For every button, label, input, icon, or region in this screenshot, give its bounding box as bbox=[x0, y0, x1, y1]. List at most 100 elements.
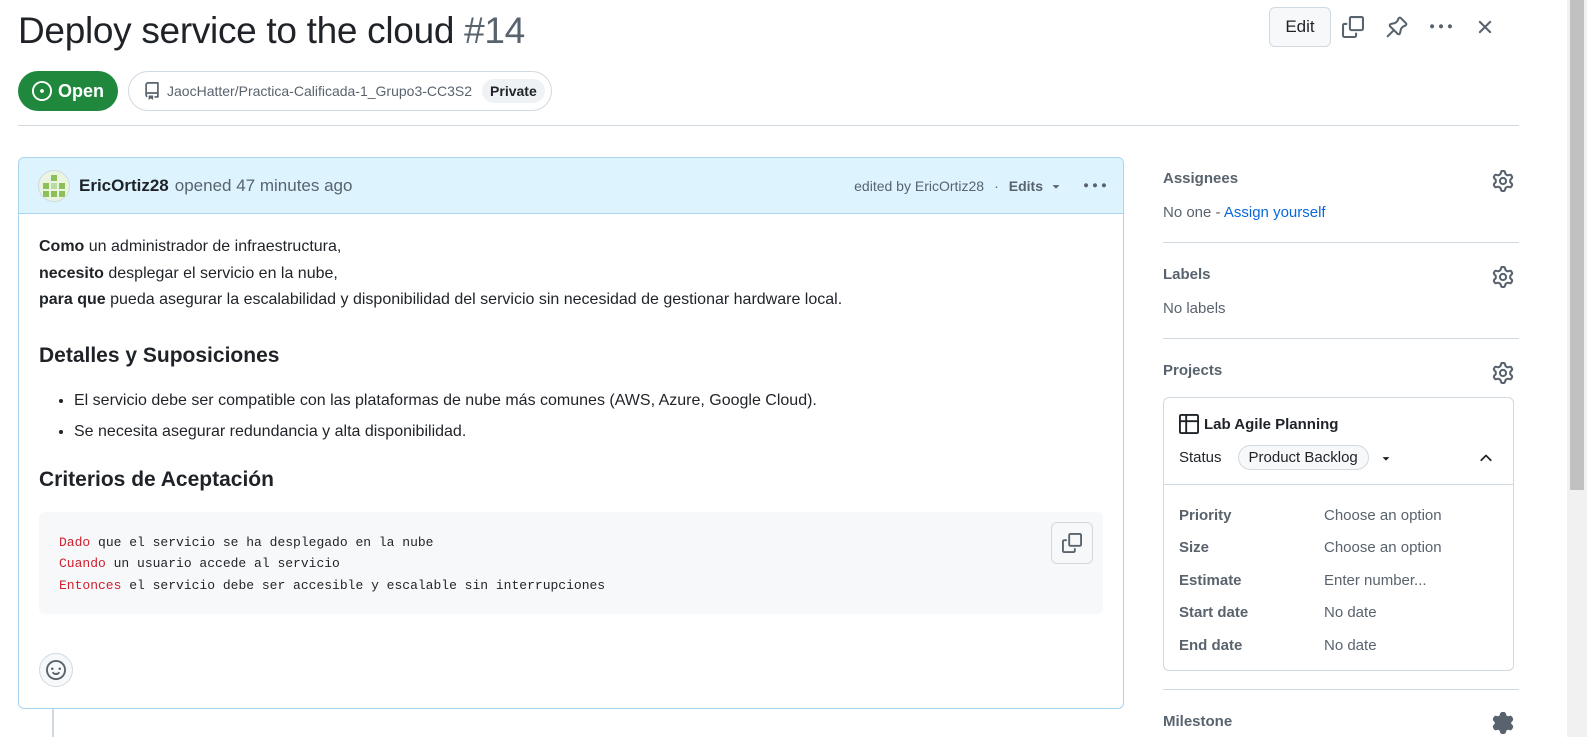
field-value[interactable]: No date bbox=[1324, 604, 1377, 621]
field-key: Priority bbox=[1179, 506, 1232, 524]
comment-edited-by: edited by EricOrtiz28 bbox=[854, 177, 985, 194]
milestone-title: Milestone bbox=[1163, 713, 1233, 730]
story-line: para que pueda asegurar la escalabilidad… bbox=[39, 287, 1103, 314]
code-text: un usuario accede al servicio bbox=[105, 556, 340, 571]
assign-yourself-link[interactable]: Assign yourself bbox=[1224, 204, 1326, 221]
details-list: El servicio debe ser compatible con las … bbox=[39, 385, 1103, 447]
repo-name: JaocHatter/Practica-Calificada-1_Grupo3-… bbox=[167, 83, 473, 99]
issue-sidebar: Assignees No one - Assign yourself Label… bbox=[1163, 160, 1519, 737]
triangle-down-icon[interactable] bbox=[1379, 451, 1393, 465]
issue-title-row: Deploy service to the cloud #14 bbox=[18, 10, 525, 52]
field-value[interactable]: Enter number... bbox=[1324, 572, 1427, 589]
smiley-icon bbox=[46, 660, 66, 680]
state-badge: Open bbox=[18, 71, 119, 111]
code-text: que el servicio se ha desplegado en la n… bbox=[90, 534, 434, 550]
story-line: Como un administrador de infraestructura… bbox=[39, 234, 1103, 261]
list-item: Se necesita asegurar redundancia y alta … bbox=[74, 416, 1103, 447]
issue-body-comment: EricOrtiz28 opened 47 minutes ago edited… bbox=[18, 157, 1124, 709]
pin-icon[interactable] bbox=[1375, 7, 1419, 47]
project-field-row[interactable]: Priority Choose an option bbox=[1179, 499, 1498, 532]
field-value[interactable]: No date bbox=[1324, 637, 1377, 654]
timeline-line bbox=[52, 709, 54, 737]
copy-link-icon[interactable] bbox=[1331, 7, 1375, 47]
story-text: desplegar el servicio en la nube, bbox=[103, 264, 338, 282]
comment-header: EricOrtiz28 opened 47 minutes ago edited… bbox=[19, 158, 1123, 214]
project-name-text: Lab Agile Planning bbox=[1204, 415, 1339, 433]
field-value[interactable]: Choose an option bbox=[1324, 507, 1442, 524]
comment-opened-time: opened 47 minutes ago bbox=[174, 175, 353, 195]
assignees-title: Assignees bbox=[1163, 170, 1239, 187]
code-keyword: Cuando bbox=[59, 556, 106, 571]
repo-chip[interactable]: JaocHatter/Practica-Calificada-1_Grupo3-… bbox=[128, 71, 552, 111]
close-icon[interactable] bbox=[1463, 7, 1507, 47]
labels-gear-icon[interactable] bbox=[1492, 266, 1514, 288]
chevron-up-icon[interactable] bbox=[1477, 449, 1495, 467]
scrollbar[interactable] bbox=[1567, 0, 1587, 737]
story-keyword: Como bbox=[39, 238, 85, 255]
triangle-down-icon bbox=[1052, 184, 1060, 189]
projects-gear-icon[interactable] bbox=[1492, 362, 1514, 384]
story-text: pueda asegurar la escalabilidad y dispon… bbox=[105, 291, 843, 308]
milestone-section: Milestone bbox=[1163, 690, 1519, 737]
section-heading: Criterios de Aceptación bbox=[39, 467, 274, 491]
status-label: Status bbox=[1179, 449, 1222, 466]
project-field-row[interactable]: Size Choose an option bbox=[1179, 532, 1498, 565]
project-card: Lab Agile Planning Status Product Backlo… bbox=[1163, 397, 1514, 671]
labels-section: Labels No labels bbox=[1163, 243, 1519, 339]
add-reaction-button[interactable] bbox=[39, 653, 73, 687]
story-line: necesito desplegar el servicio en la nub… bbox=[39, 261, 1103, 288]
header-divider bbox=[18, 125, 1519, 126]
field-key: Start date bbox=[1179, 604, 1249, 622]
assignees-none: No one - bbox=[1163, 204, 1224, 221]
assignees-value: No one - Assign yourself bbox=[1163, 204, 1519, 221]
list-item: El servicio debe ser compatible con las … bbox=[74, 385, 1103, 416]
code-keyword: Dado bbox=[59, 534, 91, 550]
labels-value: No labels bbox=[1163, 300, 1226, 317]
status-pill[interactable]: Product Backlog bbox=[1237, 445, 1369, 470]
field-key: Size bbox=[1179, 539, 1210, 557]
comment-options-icon[interactable] bbox=[1081, 172, 1109, 200]
issue-title-text: Deploy service to the cloud bbox=[18, 10, 455, 51]
project-status-row: Status Product Backlog bbox=[1179, 445, 1498, 470]
assignees-section: Assignees No one - Assign yourself bbox=[1163, 160, 1519, 243]
code-text: el servicio debe ser accesible y escalab… bbox=[121, 577, 606, 593]
copy-icon bbox=[1062, 532, 1082, 553]
code-keyword: Entonces bbox=[59, 577, 122, 593]
projects-title: Projects bbox=[1163, 362, 1223, 379]
milestone-gear-icon[interactable] bbox=[1492, 712, 1514, 734]
copy-code-button[interactable] bbox=[1051, 521, 1093, 564]
project-field-row[interactable]: Estimate Enter number... bbox=[1179, 564, 1498, 597]
avatar[interactable] bbox=[38, 169, 70, 202]
table-icon bbox=[1179, 414, 1199, 434]
issue-title: Deploy service to the cloud #14 bbox=[18, 10, 525, 52]
field-value[interactable]: Choose an option bbox=[1324, 539, 1442, 556]
repo-icon bbox=[145, 82, 159, 100]
edit-button[interactable]: Edit bbox=[1269, 7, 1331, 47]
comment-author[interactable]: EricOrtiz28 bbox=[79, 176, 169, 196]
more-options-icon[interactable] bbox=[1419, 7, 1463, 47]
project-field-row[interactable]: Start date No date bbox=[1179, 597, 1498, 630]
project-fields: Priority Choose an option Size Choose an o… bbox=[1164, 485, 1513, 670]
issue-meta-row: Open JaocHatter/Practica-Calificada-1_Gr… bbox=[18, 71, 552, 111]
separator-dot: · bbox=[994, 177, 999, 194]
issue-number: #14 bbox=[464, 10, 525, 51]
project-name[interactable]: Lab Agile Planning bbox=[1179, 414, 1498, 434]
edits-dropdown[interactable]: Edits bbox=[1009, 178, 1063, 194]
assignees-gear-icon[interactable] bbox=[1492, 170, 1514, 192]
code-block: Dado que el servicio se ha desplegado en… bbox=[39, 511, 1103, 614]
header-actions: Edit bbox=[1269, 7, 1507, 47]
state-label: Open bbox=[58, 80, 105, 101]
story-text: un administrador de infraestructura, bbox=[84, 238, 342, 255]
project-card-header: Lab Agile Planning Status Product Backlo… bbox=[1164, 398, 1513, 485]
code-line: Entonces el servicio debe ser accesible … bbox=[59, 575, 1083, 597]
scrollbar-thumb[interactable] bbox=[1570, 0, 1584, 490]
edits-label: Edits bbox=[1008, 177, 1043, 194]
field-key: End date bbox=[1179, 636, 1243, 654]
section-heading: Detalles y Suposiciones bbox=[39, 343, 280, 367]
project-field-row[interactable]: End date No date bbox=[1179, 629, 1498, 662]
story-keyword: para que bbox=[39, 291, 106, 308]
code-line: Dado que el servicio se ha desplegado en… bbox=[59, 532, 1083, 554]
labels-title: Labels bbox=[1163, 266, 1211, 283]
comment-body: Como un administrador de infraestructura… bbox=[19, 214, 1123, 614]
private-badge: Private bbox=[482, 79, 545, 103]
